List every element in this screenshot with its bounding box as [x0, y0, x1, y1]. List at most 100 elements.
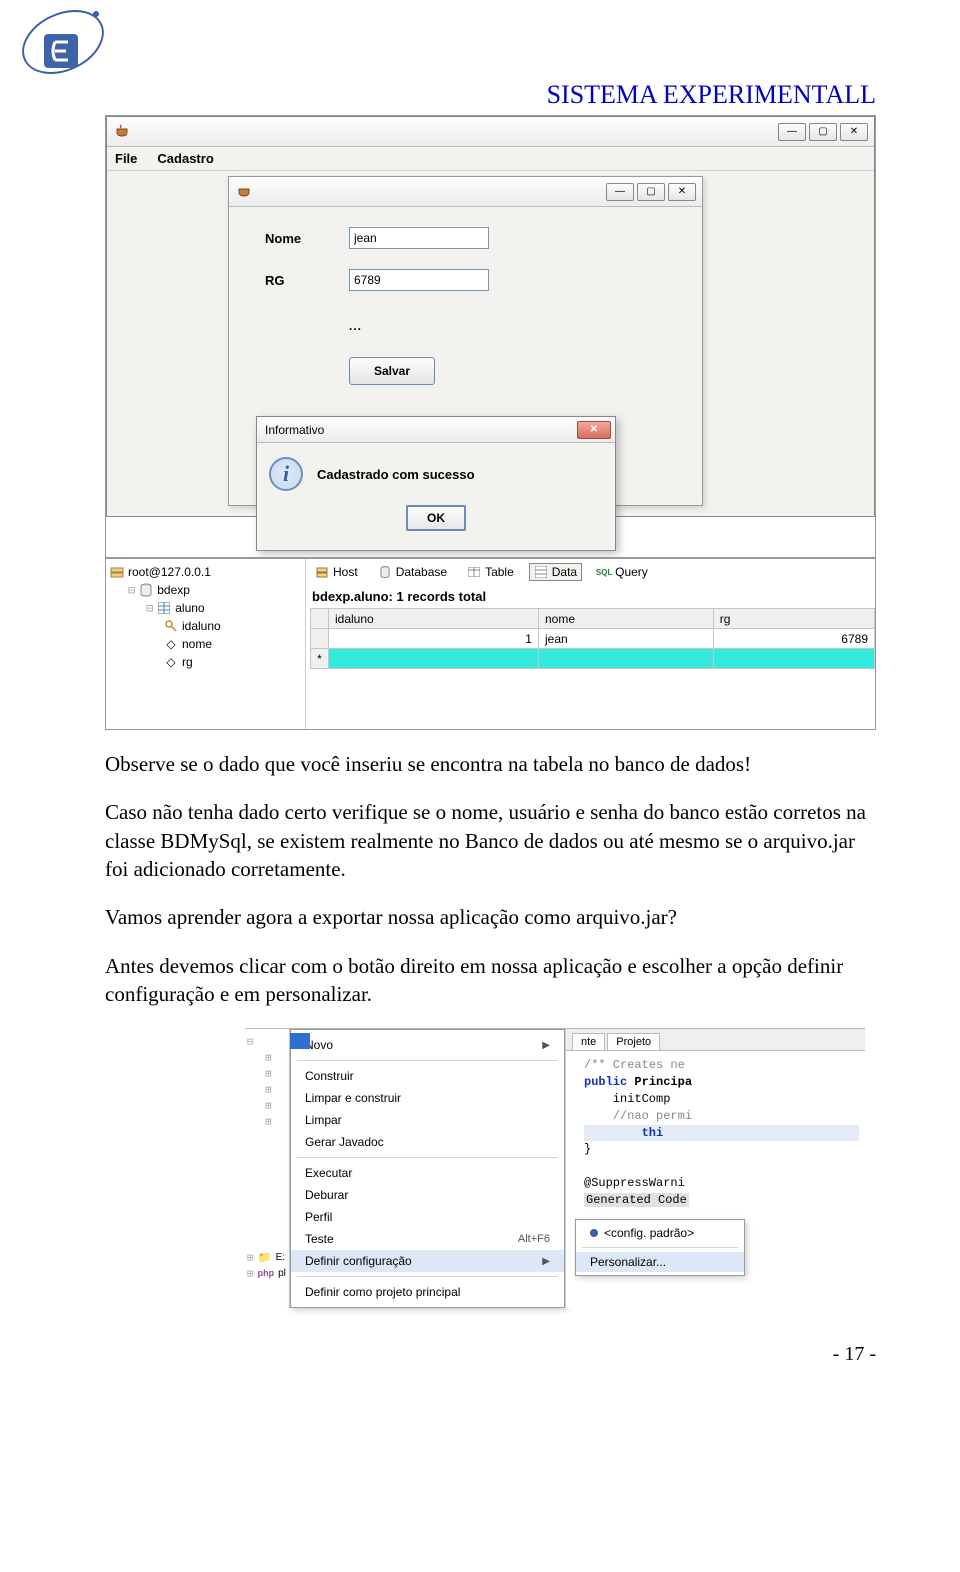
ctx-definir-config[interactable]: Definir configuração▶ [291, 1250, 564, 1272]
tab-label: Query [615, 565, 648, 579]
tree-table-label: aluno [175, 601, 204, 615]
inner-titlebar: — ▢ ✕ [229, 177, 702, 207]
tree-root-label: root@127.0.0.1 [128, 565, 211, 579]
label-rg: RG [265, 273, 325, 288]
selected-project-highlight [290, 1033, 310, 1049]
submenu-default[interactable]: <config. padrão> [576, 1223, 744, 1243]
tab-data[interactable]: Data [529, 563, 582, 581]
src-tab-nte[interactable]: nte [572, 1033, 605, 1050]
label-nome: Nome [265, 231, 325, 246]
tab-database[interactable]: Database [373, 563, 452, 581]
tree-col-label: idaluno [182, 619, 221, 633]
db-records-title: bdexp.aluno: 1 records total [312, 589, 875, 604]
code-body[interactable]: /** Creates ne public Principa initComp … [566, 1051, 865, 1212]
table-icon [467, 565, 481, 579]
page-number: - 17 - [105, 1343, 876, 1366]
table-icon [157, 601, 171, 615]
tab-table[interactable]: Table [462, 563, 519, 581]
paragraph: Observe se o dado que você inseriu se en… [105, 750, 876, 778]
ctx-definir-principal[interactable]: Definir como projeto principal [291, 1281, 564, 1303]
db-data-table: idaluno nome rg 1 jean 6789 * [310, 608, 875, 669]
screenshot-ide-context-menu: ⊟ ⊞ ⊞ ⊞ ⊞ ⊞ ⊞📁E: ⊞phppl Novo▶ Construir … [245, 1028, 865, 1308]
tree-col-idaluno[interactable]: idaluno [110, 617, 301, 635]
src-tab-projeto[interactable]: Projeto [607, 1033, 660, 1050]
col-rg[interactable]: rg [713, 609, 874, 629]
ctx-javadoc[interactable]: Gerar Javadoc [291, 1131, 564, 1153]
cell-nome: jean [538, 629, 713, 649]
db-icon [378, 565, 392, 579]
tree-col-rg[interactable]: ◇ rg [110, 653, 301, 671]
tab-label: Table [485, 565, 514, 579]
maximize-button[interactable]: ▢ [809, 123, 837, 141]
submenu-personalizar[interactable]: Personalizar... [576, 1252, 744, 1272]
input-nome[interactable] [349, 227, 489, 249]
config-submenu: <config. padrão> Personalizar... [575, 1219, 745, 1276]
tree-root[interactable]: root@127.0.0.1 [110, 563, 301, 581]
tab-label: Host [333, 565, 358, 579]
col-idaluno[interactable]: idaluno [329, 609, 539, 629]
table-row-new[interactable]: * [311, 649, 875, 669]
java-icon [235, 183, 253, 201]
maximize-button[interactable]: ▢ [637, 183, 665, 201]
tree-col-nome[interactable]: ◇ nome [110, 635, 301, 653]
modal-title: Informativo [265, 423, 324, 437]
tab-host[interactable]: Host [310, 563, 363, 581]
menu-file[interactable]: File [115, 151, 137, 166]
host-icon [315, 565, 329, 579]
close-button[interactable]: ✕ [840, 123, 868, 141]
modal-message: Cadastrado com sucesso [317, 467, 475, 482]
screenshot-app-window: — ▢ ✕ File Cadastro — ▢ [105, 115, 876, 730]
project-tree: ⊟ ⊞ ⊞ ⊞ ⊞ ⊞ ⊞📁E: ⊞phppl [245, 1029, 290, 1308]
modal-close-button[interactable]: ✕ [577, 421, 611, 439]
toolbar-icon[interactable] [851, 1036, 865, 1050]
tree-col-label: rg [182, 655, 193, 669]
salvar-button[interactable]: Salvar [349, 357, 435, 385]
logo [18, 4, 108, 79]
tab-label: Database [396, 565, 447, 579]
context-menu: Novo▶ Construir Limpar e construir Limpa… [290, 1029, 565, 1308]
table-row[interactable]: 1 jean 6789 [311, 629, 875, 649]
paragraph: Vamos aprender agora a exportar nossa ap… [105, 903, 876, 931]
paragraph: Caso não tenha dado certo verifique se o… [105, 798, 876, 883]
tab-label: Data [552, 565, 577, 579]
tree-table[interactable]: ⊟ aluno [110, 599, 301, 617]
cell-rg: 6789 [713, 629, 874, 649]
folder-icon: 📁 [258, 1250, 272, 1264]
ctx-limpar-construir[interactable]: Limpar e construir [291, 1087, 564, 1109]
outer-titlebar: — ▢ ✕ [107, 117, 874, 147]
ctx-executar[interactable]: Executar [291, 1162, 564, 1184]
menubar: File Cadastro [107, 147, 874, 171]
tree-db[interactable]: ⊟ bdexp [110, 581, 301, 599]
dots-label: ... [349, 319, 702, 333]
data-icon [534, 565, 548, 579]
tree-db-label: bdexp [157, 583, 190, 597]
tab-query[interactable]: SQL Query [592, 563, 653, 581]
tree-node-label: E: [276, 1252, 285, 1263]
new-row-marker: * [311, 649, 329, 669]
ctx-limpar[interactable]: Limpar [291, 1109, 564, 1131]
tree-node-label: pl [278, 1268, 286, 1279]
col-nome[interactable]: nome [538, 609, 713, 629]
ctx-deburar[interactable]: Deburar [291, 1184, 564, 1206]
diamond-icon: ◇ [164, 637, 178, 651]
ctx-novo[interactable]: Novo▶ [291, 1034, 564, 1056]
java-icon [113, 123, 131, 141]
key-icon [164, 619, 178, 633]
db-browser: root@127.0.0.1 ⊟ bdexp ⊟ aluno [106, 557, 875, 729]
paragraph: Antes devemos clicar com o botão direito… [105, 952, 876, 1009]
tree-col-label: nome [182, 637, 212, 651]
ctx-teste[interactable]: TesteAlt+F6 [291, 1228, 564, 1250]
ctx-perfil[interactable]: Perfil [291, 1206, 564, 1228]
ok-button[interactable]: OK [406, 505, 466, 531]
menu-cadastro[interactable]: Cadastro [157, 151, 213, 166]
minimize-button[interactable]: — [778, 123, 806, 141]
ctx-construir[interactable]: Construir [291, 1065, 564, 1087]
input-rg[interactable] [349, 269, 489, 291]
diamond-icon: ◇ [164, 655, 178, 669]
minimize-button[interactable]: — [606, 183, 634, 201]
info-icon: i [269, 457, 303, 491]
db-icon [139, 583, 153, 597]
close-button[interactable]: ✕ [668, 183, 696, 201]
server-icon [110, 565, 124, 579]
page-title: SISTEMA EXPERIMENTALL [105, 80, 876, 110]
